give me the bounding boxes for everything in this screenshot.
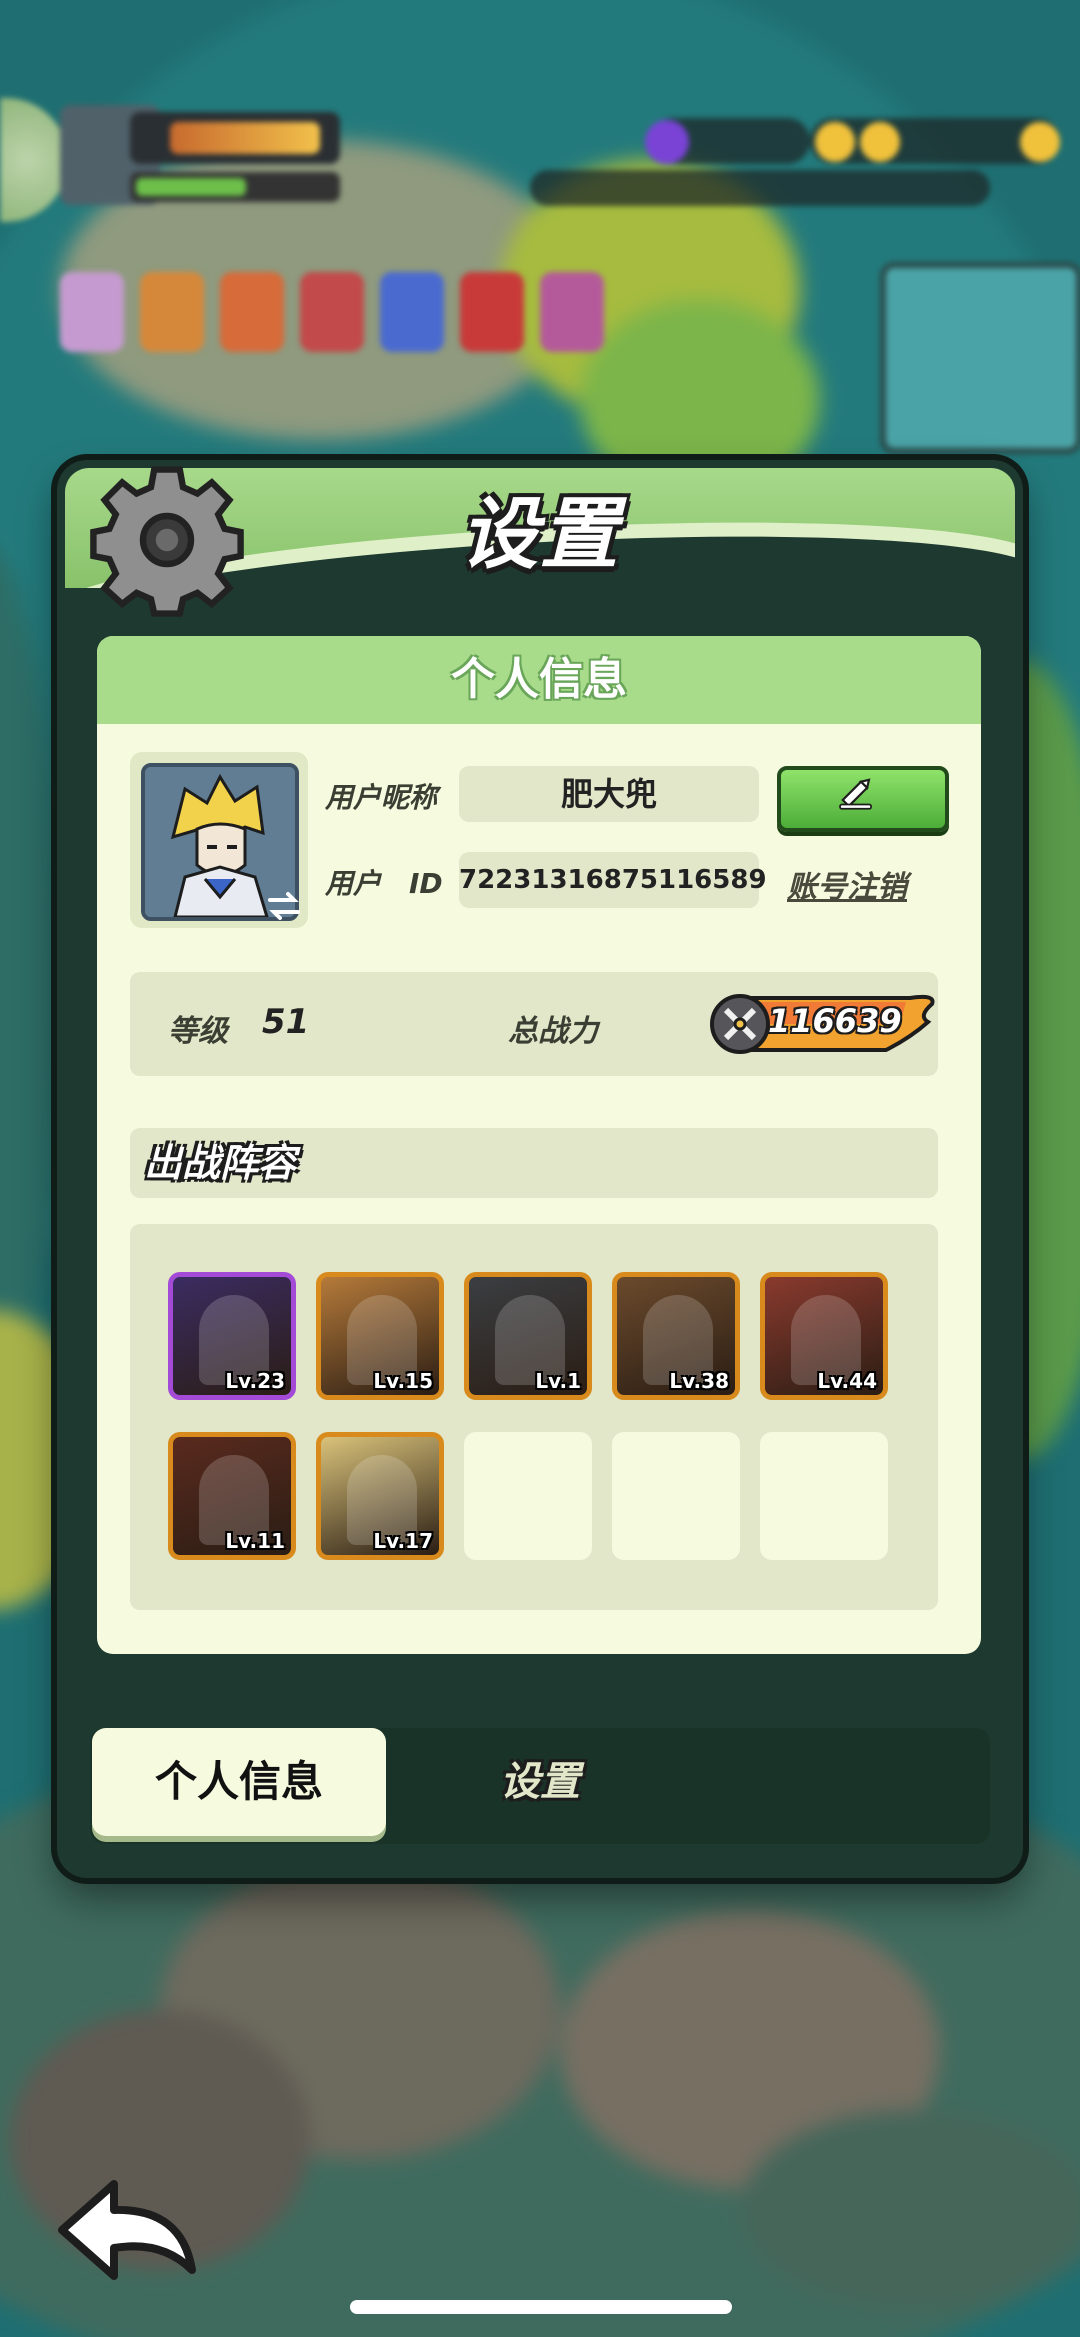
hero-slot[interactable]: Lv.38 <box>612 1272 740 1400</box>
hero-level: Lv.11 <box>225 1529 285 1553</box>
lineup-grid: Lv.23 Lv.15 Lv.1 Lv.38 Lv.44 Lv.11 Lv.17 <box>130 1224 938 1610</box>
level-label: 等级 <box>168 1014 228 1049</box>
map-icon <box>0 98 68 222</box>
hud-hero-slot <box>460 272 524 352</box>
empty-slot[interactable] <box>612 1432 740 1560</box>
hero-slot[interactable]: Lv.11 <box>168 1432 296 1560</box>
empty-slot[interactable] <box>464 1432 592 1560</box>
hero-slot[interactable]: Lv.1 <box>464 1272 592 1400</box>
back-arrow-icon[interactable] <box>52 2170 202 2290</box>
swap-icon[interactable] <box>264 886 304 926</box>
avatar[interactable] <box>130 752 308 928</box>
level-value: 51 <box>262 1002 310 1042</box>
dialog-tab-bar: 个人信息 设置 <box>90 1728 990 1844</box>
hud-hero-slot <box>540 272 604 352</box>
hero-level: Lv.38 <box>669 1369 729 1393</box>
pencil-icon <box>839 778 872 810</box>
tab-settings[interactable]: 设置 <box>420 1728 660 1836</box>
hero-level: Lv.23 <box>225 1369 285 1393</box>
hero-level: Lv.17 <box>373 1529 433 1553</box>
hero-level: Lv.44 <box>817 1369 877 1393</box>
power-value: 116639 <box>768 1002 902 1040</box>
hero-slot[interactable]: Lv.15 <box>316 1272 444 1400</box>
hero-slot[interactable]: Lv.23 <box>168 1272 296 1400</box>
coin-icon <box>815 122 855 162</box>
hud-hero-slot <box>220 272 284 352</box>
power-badge: 116639 <box>710 988 938 1060</box>
coin-icon <box>1020 122 1060 162</box>
dialog-title: 设置 <box>459 490 620 580</box>
hud-xp-bar <box>170 122 320 154</box>
hero-level: Lv.1 <box>535 1369 581 1393</box>
stats-row: 等级 51 总战力 116639 <box>130 972 938 1076</box>
home-indicator[interactable] <box>350 2300 732 2314</box>
hud-hero-slot <box>380 272 444 352</box>
account-deletion-link[interactable]: 账号注销 <box>787 862 907 906</box>
lineup-title: 出战阵容 <box>130 1128 938 1198</box>
hero-slot[interactable]: Lv.44 <box>760 1272 888 1400</box>
coin-icon <box>860 122 900 162</box>
nickname-field: 肥大兜 <box>459 766 759 822</box>
power-label: 总战力 <box>508 1014 598 1049</box>
hud-energy-fill <box>136 178 246 196</box>
profile-card: 个人信息 用户昵称 肥大兜 用户 ID 72231316875116589 账号… <box>97 636 981 1654</box>
minimap <box>880 262 1080 454</box>
hero-slot[interactable]: Lv.17 <box>316 1432 444 1560</box>
hud-hero-slot <box>140 272 204 352</box>
user-id-field: 72231316875116589 <box>459 852 767 908</box>
card-header: 个人信息 <box>97 636 981 724</box>
edit-nickname-button[interactable] <box>777 766 949 832</box>
user-id-label: 用户 ID <box>325 867 443 900</box>
nickname-label: 用户昵称 <box>325 781 438 814</box>
top-hud <box>0 0 1080 460</box>
tab-profile[interactable]: 个人信息 <box>92 1728 386 1836</box>
hero-level: Lv.15 <box>373 1369 433 1393</box>
hud-hero-slot <box>300 272 364 352</box>
empty-slot[interactable] <box>760 1432 888 1560</box>
hud-hero-slot <box>60 272 124 352</box>
gem-icon <box>645 120 689 164</box>
hud-buff-bar <box>530 170 990 206</box>
